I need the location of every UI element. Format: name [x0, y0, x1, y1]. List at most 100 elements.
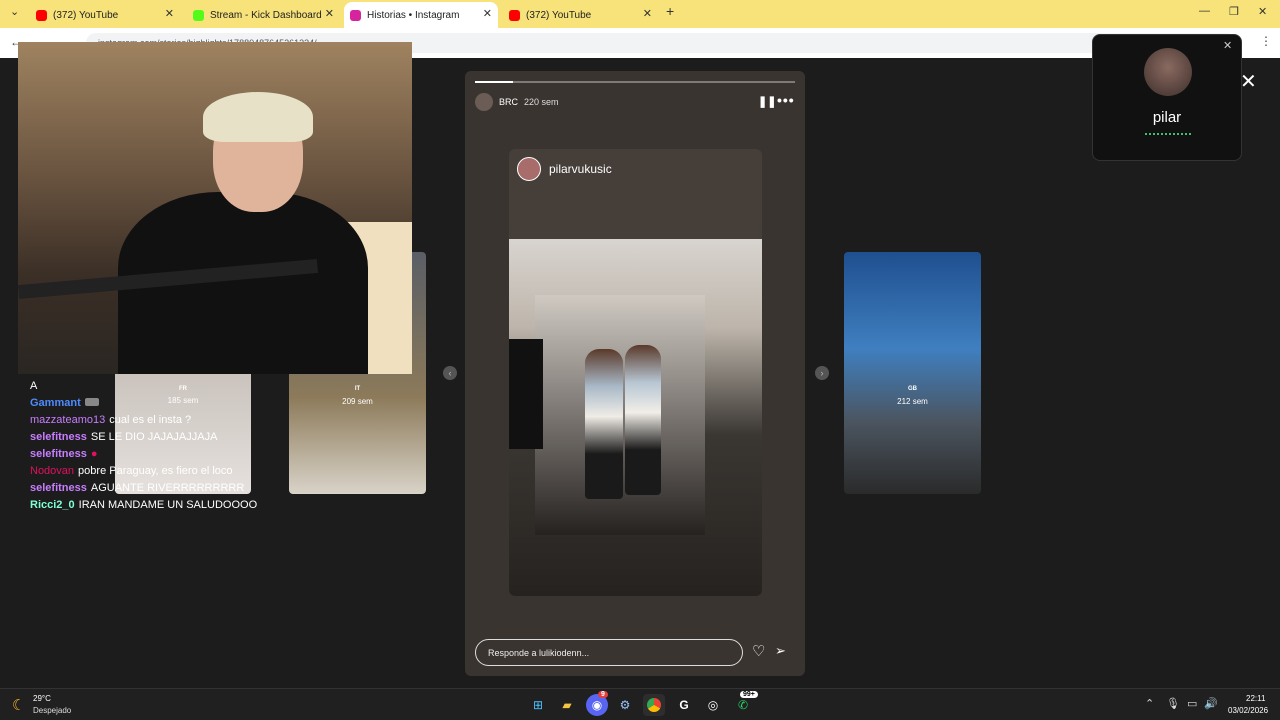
- chat-user: selefitness: [30, 482, 87, 494]
- close-icon[interactable]: ✕: [1223, 39, 1232, 52]
- chat-line: Ricci2_0 IRAN MANDAME UN SALUDOOOO: [30, 497, 270, 514]
- pause-icon[interactable]: ❚❚: [758, 95, 776, 108]
- photo-person: [625, 345, 661, 495]
- previous-story-button[interactable]: ‹: [443, 366, 457, 380]
- side-story-card[interactable]: GB 212 sem: [844, 252, 981, 494]
- popup-name: pilar: [1152, 109, 1182, 126]
- story-progress-fill: [475, 81, 514, 83]
- tab-title: (372) YouTube: [53, 9, 119, 21]
- chat-user: Nodovan: [30, 465, 75, 477]
- story-time: 212 sem: [897, 397, 928, 406]
- photo-person: [585, 349, 623, 499]
- reply-input[interactable]: Responde a lulikiodenn...: [475, 639, 743, 666]
- instagram-icon: [350, 9, 361, 21]
- chat-user: A: [30, 380, 38, 392]
- next-story-button[interactable]: ›: [815, 366, 829, 380]
- story-flag: GB: [908, 386, 917, 392]
- obs-icon[interactable]: ◎: [702, 694, 724, 716]
- chat-user: Ricci2_0: [30, 499, 75, 511]
- taskbar: ☾ 29°C Despejado ⊞ ▰ ◉ 9 ⚙ G ◎ ✆ 99+ ⌃ 🎙…: [0, 688, 1280, 720]
- network-icon[interactable]: ▭: [1187, 697, 1197, 710]
- avatar[interactable]: [475, 93, 493, 111]
- chat-line: Gammant: [30, 395, 270, 412]
- microphone-icon[interactable]: 🎙: [1166, 697, 1180, 710]
- main-story[interactable]: BRC 220 sem ❚❚ ••• pilarvukusic Responde…: [465, 71, 805, 676]
- avatar: [1144, 48, 1192, 96]
- chat-line: A: [30, 378, 270, 395]
- tab-kick-dashboard[interactable]: Stream - Kick Dashboard ✕: [187, 2, 340, 28]
- more-options-icon[interactable]: •••: [777, 92, 795, 108]
- chat-line: mazzateamo13 cual es el insta ?: [30, 412, 270, 429]
- app-g-icon[interactable]: G: [673, 694, 695, 716]
- angry-emote-icon: ●: [90, 448, 98, 460]
- tab-youtube-1[interactable]: (372) YouTube ✕: [30, 2, 180, 28]
- maximize-icon[interactable]: ❐: [1229, 5, 1239, 18]
- tab-title: Historias • Instagram: [367, 9, 460, 21]
- close-icon[interactable]: ✕: [1240, 69, 1257, 94]
- browser-tab-bar: (372) YouTube ✕ Stream - Kick Dashboard …: [0, 0, 1280, 28]
- windows-start-icon[interactable]: ⊞: [527, 694, 549, 716]
- moon-icon[interactable]: ☾: [12, 696, 25, 714]
- youtube-icon: [36, 9, 47, 21]
- status-indicator: [1145, 133, 1191, 135]
- story-photo: [509, 239, 762, 596]
- volume-icon[interactable]: 🔊: [1204, 697, 1218, 710]
- avatar[interactable]: [517, 157, 541, 181]
- heart-icon[interactable]: ♡: [752, 642, 765, 660]
- steam-icon[interactable]: ⚙: [614, 694, 636, 716]
- window-close-icon[interactable]: ✕: [1258, 5, 1267, 18]
- minimize-icon[interactable]: —: [1199, 5, 1210, 17]
- close-icon[interactable]: ✕: [325, 7, 334, 20]
- discord-badge: 9: [598, 691, 608, 698]
- chat-message: AGUANTE RIVERRRRRRRRR: [90, 482, 245, 494]
- clock-date[interactable]: 03/02/2026: [1228, 706, 1268, 715]
- close-icon[interactable]: ✕: [643, 7, 652, 20]
- menu-icon[interactable]: ⋮: [1260, 34, 1272, 48]
- chat-line: selefitness ●: [30, 446, 270, 463]
- chat-message: pobre Paraguay, es fiero el loco: [78, 465, 233, 477]
- tab-title: Stream - Kick Dashboard: [210, 9, 322, 21]
- photo-poster: [509, 339, 543, 449]
- story-username[interactable]: BRC: [499, 97, 518, 107]
- webcam-overlay: [18, 42, 412, 374]
- chat-user: Gammant: [30, 397, 81, 409]
- story-time: 220 sem: [524, 97, 559, 107]
- chat-message: SE LE DIO JAJAJAJJAJA: [90, 431, 218, 443]
- tab-title: (372) YouTube: [526, 9, 592, 21]
- kick-icon: [193, 9, 204, 21]
- send-icon[interactable]: ➢: [775, 643, 786, 659]
- chat-line: Nodovan pobre Paraguay, es fiero el loco: [30, 463, 270, 480]
- reposted-story[interactable]: pilarvukusic: [509, 149, 762, 596]
- chat-message: IRAN MANDAME UN SALUDOOOO: [78, 499, 258, 511]
- close-icon[interactable]: ✕: [165, 7, 174, 20]
- repost-username[interactable]: pilarvukusic: [549, 162, 612, 176]
- chat-user: selefitness: [30, 448, 87, 460]
- chat-line: selefitness SE LE DIO JAJAJAJJAJA: [30, 429, 270, 446]
- profile-popup: ✕ pilar: [1092, 34, 1242, 161]
- chat-overlay: A Gammant mazzateamo13 cual es el insta ?…: [30, 378, 270, 514]
- weather-description: Despejado: [33, 706, 72, 715]
- tab-instagram[interactable]: Historias • Instagram ✕: [344, 2, 498, 28]
- chat-user: selefitness: [30, 431, 87, 443]
- weather-temperature: 29°C: [33, 694, 51, 703]
- tray-expand-icon[interactable]: ⌃: [1145, 697, 1154, 710]
- tab-youtube-2[interactable]: (372) YouTube ✕: [503, 2, 658, 28]
- close-icon[interactable]: ✕: [483, 7, 492, 20]
- file-explorer-icon[interactable]: ▰: [556, 694, 578, 716]
- repost-header: pilarvukusic: [517, 157, 612, 181]
- story-flag: IT: [354, 386, 361, 392]
- chat-message: cual es el insta ?: [109, 414, 192, 426]
- youtube-icon: [509, 9, 520, 21]
- story-time: 209 sem: [342, 397, 373, 406]
- tab-search-icon[interactable]: ⌄: [10, 5, 19, 18]
- chat-line: selefitness AGUANTE RIVERRRRRRRRR: [30, 480, 270, 497]
- story-header: BRC 220 sem: [475, 92, 559, 112]
- new-tab-button[interactable]: +: [666, 3, 674, 19]
- emote-icon: [84, 398, 99, 406]
- whatsapp-badge: 99+: [740, 691, 758, 698]
- webcam-hair: [203, 92, 313, 142]
- chrome-icon[interactable]: [643, 694, 665, 716]
- story-progress-bar: [475, 81, 795, 83]
- clock-time[interactable]: 22:11: [1246, 694, 1265, 703]
- chat-user: mazzateamo13: [30, 414, 106, 426]
